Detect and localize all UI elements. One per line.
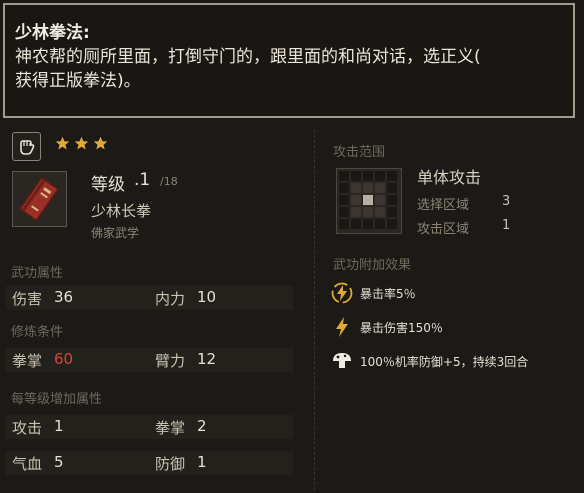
per-level-label: 气血 — [12, 455, 43, 473]
attribute-value: 10 — [197, 288, 217, 306]
attack-area-label: 攻击区域 — [417, 222, 470, 237]
requirement-value: 60 — [54, 350, 74, 368]
attack-area-value: 1 — [502, 218, 511, 233]
per-level-value: 1 — [54, 417, 64, 435]
per-level-value: 2 — [197, 417, 207, 435]
section-per-level: 每等级增加属性 — [11, 392, 103, 407]
level-value: .1 — [134, 170, 151, 190]
section-attributes: 武功属性 — [11, 266, 64, 281]
attack-type: 单体攻击 — [417, 168, 482, 187]
requirements-row: 拳掌 60 臂力 12 — [6, 348, 293, 372]
skill-name: 少林长拳 — [91, 202, 152, 220]
tooltip-line-1: 神农帮的厕所里面，打倒守门的，跟里面的和尚对话，选正义( — [15, 47, 481, 67]
hint-tooltip: 少林拳法: 神农帮的厕所里面，打倒守门的，跟里面的和尚对话，选正义( 获得正版拳… — [3, 3, 575, 118]
target-cell — [363, 195, 373, 205]
level-max: /18 — [160, 175, 178, 188]
section-attack-range: 攻击范围 — [333, 145, 386, 160]
attribute-label: 内力 — [155, 290, 186, 308]
effect-crit-damage: 暴击伤害150％ — [330, 315, 443, 339]
lightning-icon — [330, 315, 354, 339]
per-level-hp: 气血 5 — [6, 451, 149, 475]
per-level-row-2: 气血 5 防御 1 — [6, 451, 293, 475]
star-icon — [74, 136, 89, 150]
per-level-attack: 攻击 1 — [6, 415, 149, 439]
per-level-fist: 拳掌 2 — [149, 415, 292, 439]
fist-category-button[interactable] — [12, 132, 41, 161]
effect-crit-rate: 暴击率5％ — [330, 281, 416, 305]
requirement-value: 12 — [197, 350, 217, 368]
attribute-internal-force: 内力 10 — [149, 286, 292, 310]
per-level-defense: 防御 1 — [149, 451, 292, 475]
per-level-label: 攻击 — [12, 419, 43, 437]
attribute-value: 36 — [54, 288, 74, 306]
skill-detail-panel: 等级 .1 /18 少林长拳 佛家武学 武功属性 伤害 36 内力 10 修炼条… — [0, 120, 584, 493]
per-level-label: 拳掌 — [155, 419, 186, 437]
tooltip-line-2: 获得正版拳法)。 — [15, 71, 141, 91]
per-level-value: 5 — [54, 453, 64, 471]
requirement-label: 臂力 — [155, 352, 186, 370]
lightning-circle-icon — [330, 281, 354, 305]
per-level-row-1: 攻击 1 拳掌 2 — [6, 415, 293, 439]
star-rating — [55, 136, 108, 151]
level-label: 等级 — [91, 175, 125, 195]
effect-text: 暴击率5％ — [360, 286, 416, 301]
requirement-strength: 臂力 12 — [149, 348, 292, 372]
fist-icon — [19, 139, 34, 155]
select-area-value: 3 — [502, 194, 511, 209]
book-icon — [18, 176, 60, 222]
section-requirements: 修炼条件 — [11, 325, 64, 340]
attribute-damage: 伤害 36 — [6, 286, 149, 310]
column-divider — [314, 130, 315, 490]
star-icon — [93, 136, 108, 150]
defense-mushroom-icon — [330, 349, 354, 373]
star-icon — [55, 136, 70, 150]
attack-range-grid — [336, 168, 402, 234]
per-level-value: 1 — [197, 453, 207, 471]
select-area-label: 选择区域 — [417, 198, 470, 213]
manual-book-icon[interactable] — [12, 171, 67, 227]
skill-school: 佛家武学 — [91, 226, 140, 240]
attributes-row: 伤害 36 内力 10 — [6, 286, 293, 310]
requirement-fist: 拳掌 60 — [6, 348, 149, 372]
per-level-label: 防御 — [155, 455, 186, 473]
effect-text: 100％机率防御+5，持续3回合 — [360, 354, 529, 369]
effect-defense-buff: 100％机率防御+5，持续3回合 — [330, 349, 528, 373]
effect-text: 暴击伤害150％ — [360, 320, 443, 335]
section-extra-effects: 武功附加效果 — [333, 258, 412, 273]
tooltip-title: 少林拳法: — [15, 23, 90, 43]
requirement-label: 拳掌 — [12, 352, 43, 370]
attribute-label: 伤害 — [12, 290, 43, 308]
